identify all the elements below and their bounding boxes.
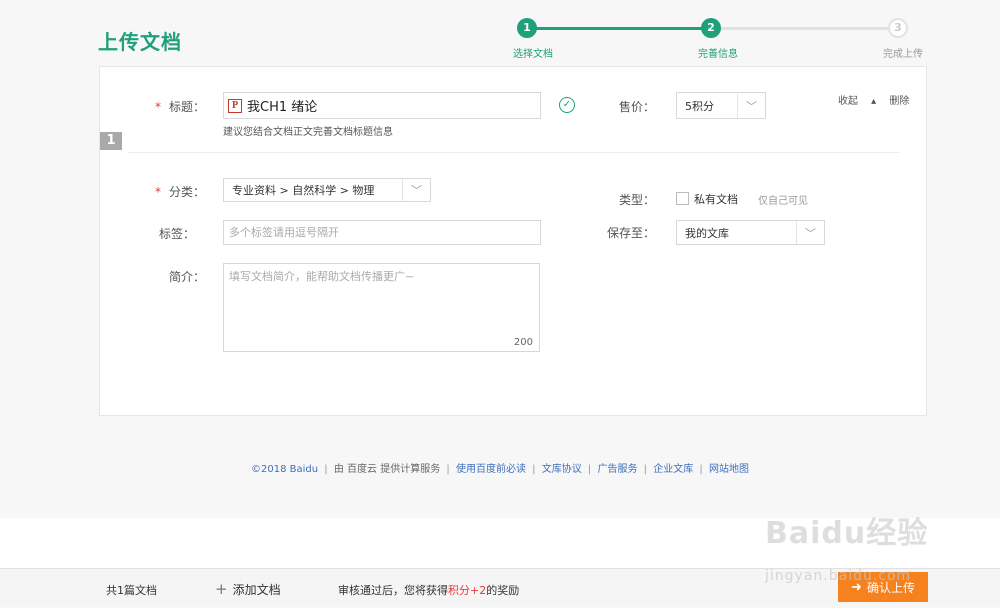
section-divider: [128, 152, 900, 153]
step-progress-done: [527, 27, 711, 30]
step-1-label: 选择文档: [513, 49, 553, 60]
footer-link-must-read[interactable]: 使用百度前必读: [456, 464, 526, 475]
category-field-label: * 分类：: [154, 185, 205, 199]
plus-icon: +: [215, 580, 228, 598]
baidu-watermark-url: jingyan.baidu.com: [765, 568, 912, 584]
step-progress-todo: [711, 27, 898, 30]
chevron-down-icon: ﹀: [796, 221, 824, 244]
footer-link-ads[interactable]: 广告服务: [597, 464, 637, 475]
category-value: 专业资料 > 自然科学 > 物理: [232, 184, 375, 197]
save-to-value: 我的文库: [685, 226, 729, 240]
title-hint: 建议您结合文档正文完善文档标题信息: [223, 127, 393, 138]
step-3-label: 完成上传: [883, 49, 923, 60]
provider-text: 由 百度云 提供计算服务: [333, 464, 441, 475]
add-document-button[interactable]: + 添加文档: [215, 580, 281, 598]
private-checkbox[interactable]: [676, 192, 689, 205]
document-index-badge: 1: [100, 132, 122, 150]
step-3-circle: 3: [888, 18, 908, 38]
footer-link-agreement[interactable]: 文库协议: [542, 464, 582, 475]
page-footer: ©2018 Baidu | 由 百度云 提供计算服务 | 使用百度前必读 | 文…: [251, 464, 749, 475]
title-field-label: * 标题：: [154, 100, 205, 114]
price-value: 5积分: [685, 99, 714, 113]
delete-link[interactable]: 删除: [889, 96, 909, 107]
reward-text: 审核通过后，您将获得积分+2的奖励: [338, 584, 520, 597]
intro-char-counter: 200: [513, 337, 533, 348]
step-1-circle: 1: [517, 18, 537, 38]
document-count: 共1篇文档: [106, 584, 157, 597]
footer-link-enterprise[interactable]: 企业文库: [653, 464, 693, 475]
price-field-label: 售价：: [618, 100, 655, 114]
save-to-select[interactable]: 我的文库 ﹀: [676, 220, 825, 245]
page-title: 上传文档: [98, 30, 182, 54]
check-icon: ✓: [559, 97, 575, 113]
private-hint: 仅自己可见: [758, 196, 808, 207]
type-field-label: 类型：: [618, 193, 655, 207]
item-actions: 收起 ▴ 删除: [838, 92, 919, 107]
step-2-circle: 2: [701, 18, 721, 38]
intro-field-label: 简介：: [168, 270, 205, 284]
tags-input[interactable]: 多个标签请用逗号隔开: [223, 220, 541, 245]
title-input[interactable]: P 我CH1 绪论: [223, 92, 541, 119]
collapse-link[interactable]: 收起 ▴: [838, 96, 876, 107]
step-2-label: 完善信息: [698, 49, 738, 60]
footer-link-sitemap[interactable]: 网站地图: [709, 464, 749, 475]
copyright: ©2018 Baidu: [251, 464, 319, 475]
document-form-card: * 标题： P 我CH1 绪论 ✓ 建议您结合文档正文完善文档标题信息 售价： 5…: [99, 66, 927, 416]
category-select[interactable]: 专业资料 > 自然科学 > 物理 ﹀: [223, 178, 431, 202]
private-label[interactable]: 私有文档: [694, 191, 738, 207]
chevron-down-icon: ﹀: [402, 179, 430, 201]
intro-placeholder: 填写文档简介，能帮助文档传播更广~: [229, 270, 415, 283]
price-select[interactable]: 5积分 ﹀: [676, 92, 766, 119]
title-value: 我CH1 绪论: [247, 100, 318, 115]
tags-field-label: 标签：: [158, 227, 195, 241]
intro-textarea[interactable]: 填写文档简介，能帮助文档传播更广~ 200: [223, 263, 540, 352]
ppt-file-icon: P: [228, 98, 242, 113]
baidu-watermark: Baidu经验: [765, 516, 929, 551]
save-to-field-label: 保存至：: [606, 226, 655, 240]
chevron-down-icon: ﹀: [737, 93, 765, 118]
